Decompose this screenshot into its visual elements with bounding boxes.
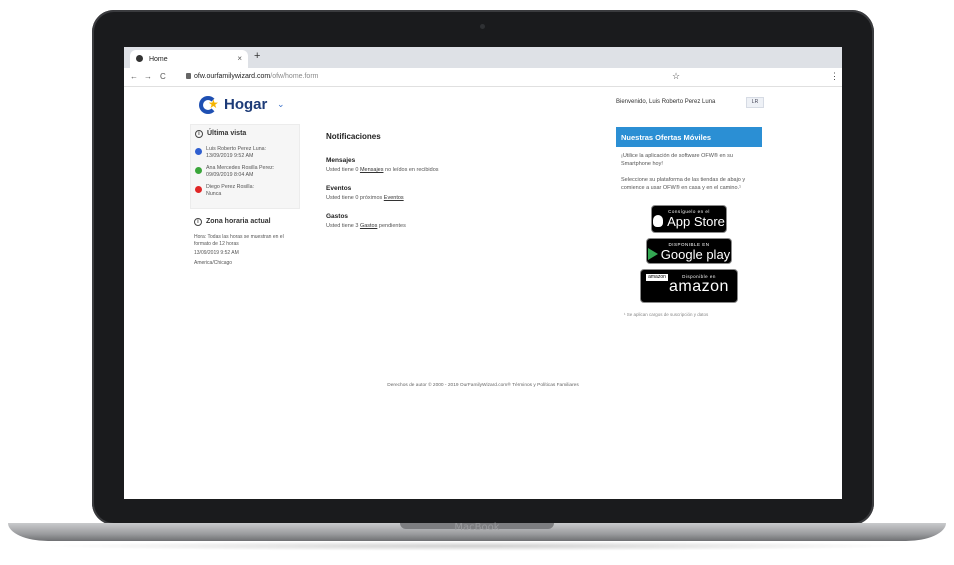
url-host: ofw.ourfamilywizard.com: [194, 73, 271, 80]
chevron-down-icon[interactable]: ⌄: [277, 99, 285, 110]
section-text: Usted tiene 0 próximos Eventos: [326, 195, 404, 201]
expenses-link[interactable]: Gastos: [360, 223, 377, 229]
url-field[interactable]: ofw.ourfamilywizard.com/ofw/home.form: [186, 73, 319, 80]
browser-tab[interactable]: Home ×: [130, 50, 248, 68]
list-item: Luis Roberto Perez Luna: 13/09/2019 9:52…: [195, 146, 295, 160]
tab-title: Home: [148, 56, 168, 63]
offers-text-2: Seleccione su plataforma de las tiendas …: [621, 177, 746, 191]
timezone-note: Hora: Todas las horas se muestran en el …: [194, 234, 284, 247]
google-play-badge[interactable]: DISPONIBLE EN Google play: [646, 238, 732, 264]
offers-title: Nuestras Ofertas Móviles: [616, 127, 762, 147]
list-item: Ana Mercedes Rosilla Perez: 09/09/2019 8…: [195, 165, 295, 179]
logo-star-icon: ★: [208, 97, 219, 111]
user-last-seen: 13/09/2019 9:52 AM: [206, 153, 254, 159]
favicon-icon: [136, 55, 143, 62]
notification-events: Eventos Usted tiene 0 próximos Eventos: [326, 185, 596, 201]
app-store-badge[interactable]: Consíguelo en el App Store: [651, 205, 727, 233]
google-play-label: Google play: [660, 247, 731, 262]
amazon-apps-icon: amazon: [646, 274, 668, 298]
user-last-seen: 09/09/2019 8:04 AM: [206, 172, 254, 178]
section-heading: Mensajes: [326, 157, 356, 164]
reload-button[interactable]: C: [160, 72, 166, 81]
camera-icon: [480, 24, 485, 29]
browser-menu-icon[interactable]: ⋮: [830, 71, 839, 82]
user-name: Luis Roberto Perez Luna:: [206, 146, 267, 152]
section-heading: Eventos: [326, 185, 352, 192]
info-icon: i: [195, 130, 203, 138]
app-store-label: App Store: [667, 214, 725, 229]
offers-text-1: ¡Utilice la aplicación de software OFW® …: [621, 153, 733, 167]
forward-button[interactable]: →: [144, 72, 152, 81]
amazon-appstore-badge[interactable]: amazon Disponible en amazon: [640, 269, 738, 303]
timezone-title: i Zona horaria actual: [194, 218, 296, 226]
user-last-seen: Nunca: [206, 191, 222, 197]
user-name: Diego Perez Rosilla:: [206, 184, 254, 190]
laptop-brand: MacBook: [454, 522, 500, 533]
messages-link[interactable]: Mensajes: [360, 167, 384, 173]
timezone-details: Hora: Todas las horas se muestran en el …: [190, 234, 300, 266]
new-tab-button[interactable]: +: [254, 50, 260, 62]
back-button[interactable]: ←: [130, 72, 138, 81]
screen: Home × + ← → C ofw.ourfamilywizard.com/o…: [124, 47, 842, 499]
google-play-icon: [647, 248, 658, 260]
events-link[interactable]: Eventos: [384, 195, 404, 201]
bookmark-star-icon[interactable]: ☆: [672, 71, 680, 82]
notifications-panel: Notificaciones Mensajes Usted tiene 0 Me…: [326, 132, 596, 241]
address-bar: ← → C ofw.ourfamilywizard.com/ofw/home.f…: [124, 68, 842, 87]
section-text: Usted tiene 3 Gastos pendientes: [326, 223, 406, 229]
page-footer: Derechos de autor © 2000 - 2019 OurFamil…: [387, 383, 579, 388]
last-seen-panel: i Última vista Luis Roberto Perez Luna: 1…: [190, 124, 300, 209]
url-path: /ofw/home.form: [270, 73, 319, 80]
notification-messages: Mensajes Usted tiene 0 Mensajes no leído…: [326, 157, 596, 173]
mobile-offers-panel: Nuestras Ofertas Móviles ¡Utilice la apl…: [616, 127, 762, 322]
amazon-label: amazon: [669, 278, 729, 295]
laptop-shadow: [40, 541, 914, 551]
offers-body: ¡Utilice la aplicación de software OFW® …: [616, 147, 762, 205]
welcome-text: Bienvenido, Luis Roberto Perez Luna: [616, 99, 716, 105]
timezone-datetime: 13/09/2019 9:52 AM: [194, 250, 239, 256]
laptop-scene: MacBook Home × + ← → C ofw.ourfamilywiza…: [0, 0, 954, 565]
close-tab-icon[interactable]: ×: [237, 54, 242, 63]
last-seen-title: i Última vista: [195, 130, 295, 138]
web-page: ★ Hogar ⌄ Bienvenido, Luis Roberto Perez…: [124, 88, 842, 499]
notifications-title: Notificaciones: [326, 132, 381, 141]
section-heading: Gastos: [326, 213, 349, 220]
left-sidebar: i Última vista Luis Roberto Perez Luna: 1…: [190, 124, 300, 269]
page-title: Hogar: [224, 96, 268, 113]
user-menu-button[interactable]: LR: [746, 97, 764, 108]
user-name: Ana Mercedes Rosilla Perez:: [206, 165, 275, 171]
notification-expenses: Gastos Usted tiene 3 Gastos pendientes: [326, 213, 596, 229]
info-icon: i: [194, 218, 202, 226]
timezone-zone: America/Chicago: [194, 259, 233, 266]
section-text: Usted tiene 0 Mensajes no leídos en reci…: [326, 167, 439, 173]
list-item: Diego Perez Rosilla: Nunca: [195, 184, 295, 198]
user-color-dot: [195, 186, 202, 193]
offers-fineprint: ¹ Se aplican cargos de suscripción y dat…: [624, 312, 709, 317]
timezone-panel: i Zona horaria actual: [190, 213, 300, 226]
user-color-dot: [195, 148, 202, 155]
lock-icon: [186, 73, 191, 79]
user-color-dot: [195, 167, 202, 174]
tab-bar: Home × +: [124, 47, 842, 68]
apple-icon: [653, 215, 664, 227]
